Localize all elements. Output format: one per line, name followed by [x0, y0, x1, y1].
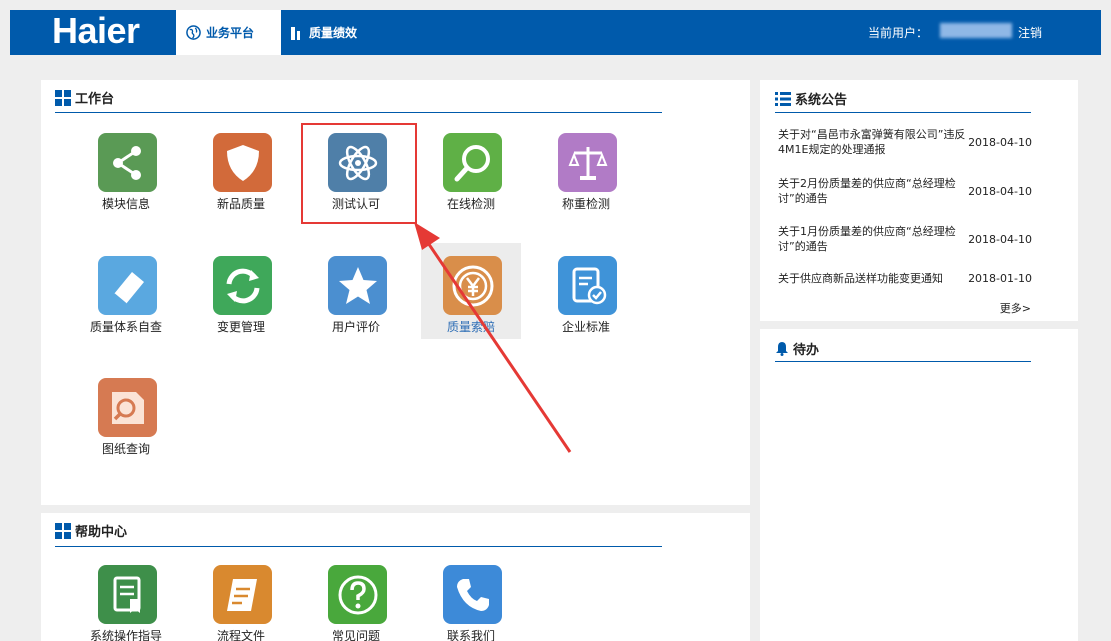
scale-icon — [568, 146, 607, 180]
arrow-annotation — [414, 222, 572, 453]
app-faq[interactable]: 常见问题 — [306, 565, 406, 641]
notice-title: 关于供应商新品送样功能变更通知 — [778, 271, 943, 285]
notices-divider — [775, 112, 1031, 113]
app-system-guide[interactable]: 系统操作指导 — [76, 565, 176, 641]
notices-panel: 系统公告 关于对“昌邑市永富弹簧有限公司”违反4M1E规定的处理通报2018-0… — [760, 80, 1078, 321]
app-tile — [213, 133, 272, 192]
notices-title: 系统公告 — [795, 93, 848, 108]
username-redacted — [940, 23, 1012, 38]
app-new-product-quality[interactable]: 新品质量 — [191, 133, 291, 229]
workbench-title: 工作台 — [75, 92, 115, 107]
phone-icon — [456, 578, 489, 611]
help-center-header: 帮助中心 — [55, 521, 127, 540]
top-navbar: Haier 业务平台 质量绩效 当前用户： 注销 — [10, 10, 1101, 55]
app-module-info[interactable]: 模块信息 — [76, 133, 176, 229]
app-label: 新品质量 — [216, 197, 265, 211]
haier-logo[interactable]: Haier — [52, 12, 140, 50]
app-tile — [328, 256, 387, 315]
app-label: 图纸查询 — [101, 442, 150, 456]
app-contact-us[interactable]: 联系我们 — [421, 565, 521, 641]
tab-quality-performance-label: 质量绩效 — [309, 26, 358, 40]
app-weighing-inspection[interactable]: 称重检测 — [536, 133, 636, 229]
globe-icon — [186, 25, 201, 40]
help-center-title: 帮助中心 — [75, 525, 128, 540]
current-user-label: 当前用户： — [868, 26, 929, 40]
app-label: 联系我们 — [446, 629, 495, 641]
todo-divider — [775, 361, 1031, 362]
share-icon — [112, 145, 141, 180]
notice-title: 关于1月份质量差的供应商“总经理检讨”的通告 — [778, 225, 956, 253]
notice-item[interactable]: 关于供应商新品送样功能变更通知 2018-01-10 — [778, 270, 1034, 286]
shield-icon — [226, 144, 259, 181]
tab-business-platform-label: 业务平台 — [206, 26, 255, 40]
app-label: 在线检测 — [446, 197, 495, 211]
app-tile — [98, 256, 157, 315]
list-icon — [775, 91, 791, 106]
app-tile — [98, 378, 157, 437]
help-center-panel: 帮助中心 系统操作指导 流程文件 常见问题 联系我们 — [41, 513, 750, 641]
tab-quality-performance[interactable]: 质量绩效 — [281, 10, 367, 55]
app-change-management[interactable]: 变更管理 — [191, 256, 291, 352]
notices-header: 系统公告 — [775, 89, 847, 108]
app-label: 用户评价 — [331, 320, 380, 334]
notice-date: 2018-01-10 — [968, 271, 1032, 285]
app-tile — [213, 565, 272, 624]
refresh-icon — [226, 268, 259, 303]
app-label: 系统操作指导 — [89, 629, 162, 641]
todo-panel: 待办 — [760, 329, 1078, 641]
guide-icon — [113, 576, 140, 613]
document-icon — [226, 578, 257, 611]
notice-item[interactable]: 关于1月份质量差的供应商“总经理检讨”的通告 2018-04-10 — [778, 224, 1034, 254]
app-label: 常见问题 — [331, 629, 380, 641]
notice-title: 关于对“昌邑市永富弹簧有限公司”违反4M1E规定的处理通报 — [778, 128, 966, 156]
notice-item[interactable]: 关于2月份质量差的供应商“总经理检讨”的通告 2018-04-10 — [778, 176, 1034, 206]
app-label: 称重检测 — [561, 197, 610, 211]
app-label: 模块信息 — [101, 197, 150, 211]
more-link[interactable]: 更多> — [1000, 300, 1031, 316]
notice-date: 2018-04-10 — [968, 135, 1032, 149]
question-icon — [338, 575, 377, 614]
todo-title: 待办 — [793, 343, 820, 358]
app-tile — [98, 565, 157, 624]
eraser-icon — [112, 271, 144, 305]
app-label: 流程文件 — [216, 629, 265, 641]
bell-icon — [776, 342, 788, 356]
app-tile — [443, 133, 502, 192]
todo-header: 待办 — [775, 339, 819, 358]
notice-item[interactable]: 关于对“昌邑市永富弹簧有限公司”违反4M1E规定的处理通报2018-04-10 — [778, 127, 1034, 157]
tab-business-platform[interactable]: 业务平台 — [176, 10, 281, 55]
app-tile — [328, 565, 387, 624]
app-label: 变更管理 — [216, 320, 265, 334]
workbench-header: 工作台 — [55, 88, 114, 107]
highlight-box — [301, 123, 417, 224]
app-process-document[interactable]: 流程文件 — [191, 565, 291, 641]
app-tile — [558, 133, 617, 192]
bar-chart-icon — [291, 26, 300, 40]
app-quality-system-self-check[interactable]: 质量体系自查 — [76, 256, 176, 352]
logout-link[interactable]: 注销 — [1018, 24, 1042, 41]
app-user-evaluation[interactable]: 用户评价 — [306, 256, 406, 352]
app-label: 质量体系自查 — [89, 320, 162, 334]
grid-icon — [55, 89, 71, 106]
star-icon — [338, 266, 377, 304]
notice-date: 2018-04-10 — [968, 232, 1032, 246]
workbench-divider — [55, 112, 662, 113]
magnifier-icon — [454, 144, 490, 181]
help-center-divider — [55, 546, 662, 547]
app-drawing-query[interactable]: 图纸查询 — [76, 378, 176, 474]
notice-date: 2018-04-10 — [968, 184, 1032, 198]
notice-title: 关于2月份质量差的供应商“总经理检讨”的通告 — [778, 177, 956, 205]
app-tile — [98, 133, 157, 192]
search-doc-icon — [111, 391, 144, 424]
app-online-inspection[interactable]: 在线检测 — [421, 133, 521, 229]
app-tile — [213, 256, 272, 315]
app-tile — [443, 565, 502, 624]
grid-icon — [55, 522, 71, 539]
